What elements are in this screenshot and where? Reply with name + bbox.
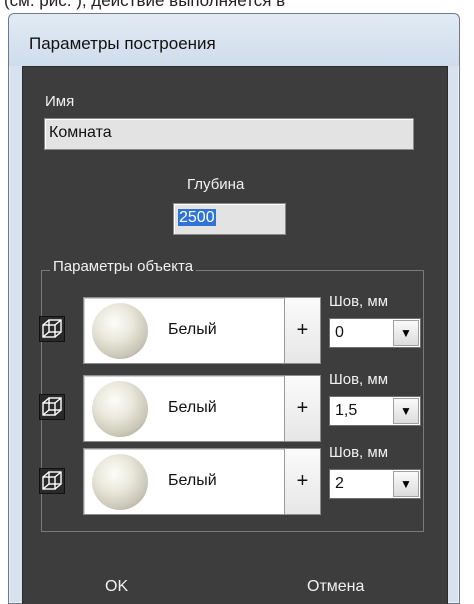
material-name: Белый [168,321,217,338]
seam-select[interactable]: 2 ▼ [329,469,421,499]
ok-button[interactable]: OK [105,578,128,596]
cube-icon[interactable] [39,468,65,494]
title-bar[interactable]: Параметры построения [9,14,459,66]
name-input[interactable]: Комната [44,118,414,150]
material-sphere [92,303,148,359]
material-name: Белый [168,472,217,489]
cube-icon[interactable] [39,316,65,342]
cancel-button[interactable]: Отмена [307,578,364,596]
material-sphere [92,381,148,437]
name-label: Имя [45,93,75,110]
add-material-button[interactable]: + [284,298,320,363]
add-material-button[interactable]: + [284,376,320,441]
chevron-down-icon[interactable]: ▼ [393,398,419,424]
chevron-down-icon[interactable]: ▼ [393,471,419,497]
dialog-title: Параметры построения [29,34,216,53]
build-params-dialog: Параметры построения Имя Комната Глубина… [8,13,460,604]
seam-label: Шов, мм [329,293,389,310]
seam-select[interactable]: 1,5 ▼ [329,396,421,426]
depth-input[interactable]: 2500 [173,203,286,235]
seam-label: Шов, мм [329,371,389,388]
seam-value: 0 [335,324,344,341]
object-params-legend: Параметры объекта [50,258,197,275]
material-swatch[interactable]: Белый + [83,297,321,364]
material-sphere [92,454,148,510]
seam-label: Шов, мм [329,444,389,461]
seam-value: 1,5 [335,402,358,419]
material-swatch[interactable]: Белый + [83,375,321,442]
material-name: Белый [168,399,217,416]
seam-value: 2 [335,475,344,492]
depth-value: 2500 [178,209,216,226]
material-swatch[interactable]: Белый + [83,448,321,515]
document-text-strip: (см. рис. ), действие выполняется в [0,0,474,12]
chevron-down-icon[interactable]: ▼ [393,320,419,346]
add-material-button[interactable]: + [284,449,320,514]
cube-icon[interactable] [39,394,65,420]
seam-select[interactable]: 0 ▼ [329,318,421,348]
document-text: (см. рис. ), действие выполняется в [4,0,286,10]
depth-label: Глубина [187,176,245,193]
dialog-body: Имя Комната Глубина 2500 Параметры объек… [22,66,448,604]
